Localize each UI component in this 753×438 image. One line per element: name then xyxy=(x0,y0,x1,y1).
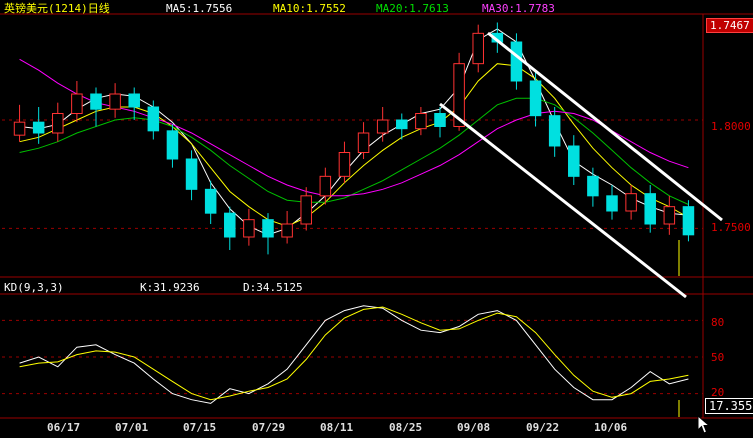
up-candle xyxy=(357,122,370,159)
date-label: 06/17 xyxy=(47,421,81,434)
candle-body xyxy=(606,195,618,212)
down-candle xyxy=(587,167,599,207)
d-line xyxy=(19,306,689,401)
candle-body xyxy=(262,219,274,238)
candlestick-layer xyxy=(13,22,695,255)
date-label: 07/29 xyxy=(252,421,286,434)
candle-body xyxy=(415,113,427,130)
candle-body xyxy=(281,223,293,238)
moving-average-layer xyxy=(19,28,689,236)
mouse-cursor-icon xyxy=(697,415,711,434)
up-candle xyxy=(281,211,293,244)
down-candle xyxy=(90,87,102,127)
down-candle xyxy=(166,124,179,168)
up-candle xyxy=(243,208,255,246)
date-label: 10/06 xyxy=(594,421,628,434)
candle-body xyxy=(338,152,351,177)
down-candle xyxy=(568,135,580,185)
kd-title: KD(9,3,3) xyxy=(4,281,64,294)
up-candle xyxy=(625,185,637,220)
candle-body xyxy=(300,195,312,225)
up-candle xyxy=(415,107,427,136)
candle-body xyxy=(52,113,64,134)
up-candle xyxy=(109,83,121,118)
candle-body xyxy=(625,193,637,212)
candle-body xyxy=(166,130,179,160)
down-candle xyxy=(682,200,695,242)
k-readout: K:31.9236 xyxy=(140,281,200,294)
down-candle xyxy=(185,150,198,201)
down-candle xyxy=(529,72,542,127)
candle-body xyxy=(109,93,121,110)
candle-body xyxy=(71,93,83,114)
candle-body xyxy=(396,119,408,130)
candle-body xyxy=(147,106,160,132)
down-candle xyxy=(147,100,160,140)
kd-current-value-label: 17.355 xyxy=(705,398,753,414)
down-candle xyxy=(262,213,274,255)
current-price-label: 1.7467 xyxy=(706,18,753,33)
candle-body xyxy=(13,121,26,136)
chart-canvas xyxy=(0,13,753,419)
candle-body xyxy=(568,145,580,177)
candle-body xyxy=(32,121,45,134)
candle-body xyxy=(204,188,217,214)
up-candle xyxy=(338,141,351,183)
down-candle xyxy=(644,185,656,233)
down-candle xyxy=(510,33,523,90)
candle-body xyxy=(434,113,446,127)
trend-channel-upper-line xyxy=(487,31,723,222)
up-candle xyxy=(300,187,312,231)
up-candle xyxy=(472,24,484,73)
candle-body xyxy=(128,93,140,108)
down-candle xyxy=(434,107,446,138)
price-tick-label: 1.7500 xyxy=(711,221,751,234)
candle-body xyxy=(376,119,389,134)
candle-body xyxy=(357,132,370,153)
down-candle xyxy=(224,206,236,250)
date-label: 09/22 xyxy=(526,421,560,434)
chart-window: { "header": { "title": "英镑美元(1214)日线", "… xyxy=(0,0,753,438)
up-candle xyxy=(376,107,389,142)
candle-body xyxy=(529,80,542,117)
ma30-readout: MA30:1.7783 xyxy=(482,2,555,15)
candle-body xyxy=(90,93,102,110)
candle-body xyxy=(319,175,332,197)
ma10-readout: MA10:1.7552 xyxy=(273,2,346,15)
down-candle xyxy=(606,185,618,220)
candle-body xyxy=(548,115,561,147)
candle-body xyxy=(663,206,676,225)
candle-body xyxy=(587,175,599,197)
candle-body xyxy=(510,41,523,82)
down-candle xyxy=(128,87,140,120)
candle-body xyxy=(644,193,656,225)
candle-body xyxy=(682,206,695,236)
grid-layer xyxy=(0,13,753,419)
candle-body xyxy=(224,212,236,238)
date-label: 08/11 xyxy=(320,421,354,434)
kd-tick-label: 80 xyxy=(711,316,725,329)
up-candle xyxy=(663,195,676,235)
chart-title: 英镑美元(1214)日线 xyxy=(4,2,110,15)
ma20-readout: MA20:1.7613 xyxy=(376,2,449,15)
up-candle xyxy=(71,81,83,123)
ma30-line xyxy=(19,58,689,197)
ma5-line xyxy=(19,28,689,236)
candle-body xyxy=(243,219,255,238)
date-label: 07/01 xyxy=(115,421,149,434)
price-tick-label: 1.8000 xyxy=(711,120,751,133)
ma5-readout: MA5:1.7556 xyxy=(166,2,233,15)
date-label: 07/15 xyxy=(183,421,217,434)
candle-body xyxy=(472,32,484,65)
up-candle xyxy=(52,102,64,142)
ma10-line xyxy=(19,63,689,227)
date-label: 08/25 xyxy=(389,421,423,434)
candle-body xyxy=(185,158,198,190)
d-readout: D:34.5125 xyxy=(243,281,303,294)
date-label: 09/08 xyxy=(457,421,491,434)
kd-tick-label: 50 xyxy=(711,351,725,364)
up-candle xyxy=(13,104,26,142)
